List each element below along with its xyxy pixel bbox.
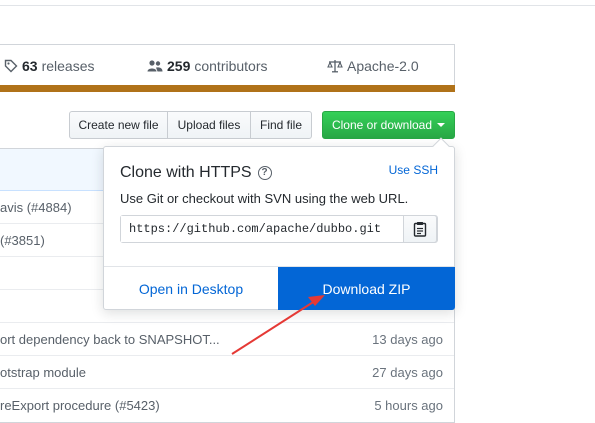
clone-popover-title: Clone with HTTPS ? <box>120 164 272 182</box>
releases-link[interactable]: 63 releases <box>4 58 95 74</box>
clone-or-download-label: Clone or download <box>331 118 433 132</box>
open-in-desktop-button[interactable]: Open in Desktop <box>104 267 278 310</box>
create-new-file-button[interactable]: Create new file <box>69 111 168 139</box>
table-row: reExport procedure (#5423) 5 hours ago <box>0 389 454 422</box>
upload-files-button[interactable]: Upload files <box>167 111 251 139</box>
people-icon <box>147 60 163 72</box>
commit-age: 27 days ago <box>372 365 443 380</box>
commit-message-link[interactable]: ort dependency back to SNAPSHOT... <box>0 332 220 347</box>
table-row: otstrap module 27 days ago <box>0 356 454 389</box>
table-row: ort dependency back to SNAPSHOT... 13 da… <box>0 323 454 356</box>
download-zip-button[interactable]: Download ZIP <box>278 267 455 310</box>
commit-age: 13 days ago <box>372 332 443 347</box>
commit-message-link[interactable]: (#3851) <box>0 233 45 248</box>
license-name: Apache-2.0 <box>347 58 419 74</box>
copy-to-clipboard-button[interactable] <box>403 215 437 243</box>
contributors-link[interactable]: 259 contributors <box>147 58 268 74</box>
clone-title-text: Clone with HTTPS <box>120 164 252 181</box>
repo-stats-bar: 63 releases 259 contributors Apache-2.0 <box>0 44 455 90</box>
clone-popover: Clone with HTTPS ? Use SSH Use Git or ch… <box>103 137 455 310</box>
law-scale-icon <box>327 60 343 73</box>
clone-or-download-button[interactable]: Clone or download <box>322 111 455 139</box>
language-bar <box>0 85 455 92</box>
caret-down-icon <box>437 123 446 127</box>
tag-icon <box>4 59 18 73</box>
contributors-count: 259 <box>167 58 191 74</box>
releases-label: releases <box>41 58 95 74</box>
question-icon[interactable]: ? <box>257 166 272 180</box>
license-link[interactable]: Apache-2.0 <box>327 58 419 74</box>
clone-url-group <box>120 215 438 243</box>
find-file-button[interactable]: Find file <box>250 111 312 139</box>
releases-count: 63 <box>22 58 38 74</box>
contributors-label: contributors <box>194 58 268 74</box>
clone-description: Use Git or checkout with SVN using the w… <box>120 191 409 206</box>
commit-message-link[interactable]: otstrap module <box>0 365 86 380</box>
page-top-border <box>0 0 595 6</box>
clipboard-icon <box>413 222 427 237</box>
commit-message-link[interactable]: reExport procedure (#5423) <box>0 398 160 413</box>
commit-message-link[interactable]: avis (#4884) <box>0 200 72 215</box>
popover-pointer <box>432 137 450 155</box>
use-ssh-link[interactable]: Use SSH <box>389 163 438 177</box>
commit-age: 5 hours ago <box>374 398 443 413</box>
clone-url-input[interactable] <box>121 216 404 242</box>
